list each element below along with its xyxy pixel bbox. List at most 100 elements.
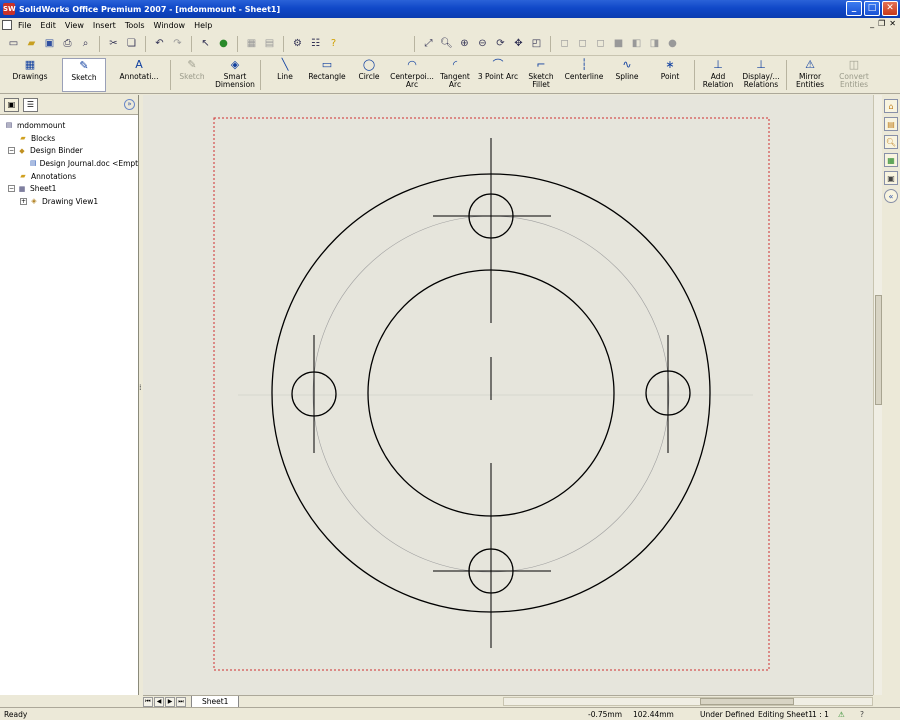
sketch-tab-button[interactable]: ✎ Sketch (62, 58, 106, 92)
search-icon[interactable]: ▦ (884, 153, 898, 167)
save-icon[interactable]: ▣ (42, 36, 57, 51)
tree-item-annotations[interactable]: ▰ Annotations (0, 170, 138, 183)
drawing-canvas[interactable] (143, 95, 873, 695)
wireframe-icon[interactable]: ◻ (557, 36, 572, 51)
grid-icon[interactable]: ▦ (244, 36, 259, 51)
close-button[interactable]: ✕ (882, 1, 898, 16)
scale-status: 1 : 1 (812, 710, 829, 719)
doc-minimize-button[interactable]: _ (870, 19, 874, 28)
copy-icon[interactable]: ❏ (124, 36, 139, 51)
options-icon[interactable]: ⚙ (290, 36, 305, 51)
three-point-arc-button[interactable]: ⌒ 3 Point Arc (476, 58, 520, 92)
tangent-arc-button[interactable]: ◜ Tangent Arc (437, 58, 473, 92)
menu-window[interactable]: Window (154, 21, 186, 30)
view-orientation-icon[interactable]: ◰ (529, 36, 544, 51)
draft-quality-icon[interactable]: ◧ (629, 36, 644, 51)
collapse-icon[interactable]: − (8, 147, 15, 155)
open-icon[interactable]: ▰ (24, 36, 39, 51)
properties-icon[interactable]: ☷ (308, 36, 323, 51)
rebuild-icon[interactable]: ● (216, 36, 231, 51)
doc-restore-button[interactable]: ❐ (878, 19, 885, 28)
layer-icon[interactable]: ▤ (262, 36, 277, 51)
binder-icon: ◆ (19, 146, 25, 155)
sketch-button[interactable]: ✎ Sketch (174, 58, 210, 92)
pan-icon[interactable]: ✥ (511, 36, 526, 51)
zoom-in-out-icon[interactable]: ⊕ (457, 36, 472, 51)
tab-sheet1[interactable]: Sheet1 (191, 695, 240, 708)
smart-dimension-button[interactable]: ◈ Smart Dimension (214, 58, 256, 92)
horizontal-scrollbar[interactable] (503, 697, 873, 706)
tree-item-root[interactable]: ▤ mdommount (0, 119, 138, 132)
vertical-scroll-thumb[interactable] (875, 295, 882, 405)
rectangle-button[interactable]: ▭ Rectangle (305, 58, 349, 92)
feature-manager-tab[interactable]: ▣ (4, 97, 19, 112)
hidden-lines-icon[interactable]: ◻ (575, 36, 590, 51)
folder-icon: ▰ (20, 134, 26, 143)
status-bar: Ready -0.75mm 102.44mm Under Defined Edi… (0, 707, 900, 720)
horizontal-scroll-thumb[interactable] (700, 698, 794, 705)
menu-edit[interactable]: Edit (40, 21, 56, 30)
zoom-selection-icon[interactable]: ⊖ (475, 36, 490, 51)
menu-tools[interactable]: Tools (125, 21, 145, 30)
circle-button[interactable]: ◯ Circle (352, 58, 386, 92)
expand-icon[interactable]: + (20, 197, 27, 205)
next-sheet-button[interactable]: ▶ (165, 696, 175, 707)
tree-item-design-journal[interactable]: ▤ Design Journal.doc <Empty> (0, 157, 138, 170)
minimize-button[interactable]: _ (846, 1, 862, 16)
document-icon[interactable] (2, 20, 12, 30)
menu-view[interactable]: View (65, 21, 84, 30)
select-icon[interactable]: ↖ (198, 36, 213, 51)
cut-icon[interactable]: ✂ (106, 36, 121, 51)
help-icon[interactable]: ? (326, 36, 341, 51)
tree-item-blocks[interactable]: ▰ Blocks (0, 132, 138, 145)
drawings-tab-button[interactable]: ▦ Drawings (4, 58, 56, 92)
collapse-icon[interactable]: − (8, 185, 15, 193)
centerpoint-arc-button[interactable]: ◠ Centerpoi... Arc (389, 58, 435, 92)
rebuild-status-icon[interactable]: ⚠ (838, 710, 845, 719)
property-manager-tab[interactable]: ☰ (23, 97, 38, 112)
design-library-icon[interactable]: ▤ (884, 117, 898, 131)
view-palette-icon[interactable]: ▣ (884, 171, 898, 185)
zoom-to-fit-icon[interactable]: ⤢ (421, 36, 436, 51)
tree-item-drawing-view[interactable]: + ◈ Drawing View1 (0, 195, 138, 208)
annotation-tab-button[interactable]: A Annotati... (112, 58, 166, 92)
prev-sheet-button[interactable]: ◀ (154, 696, 164, 707)
add-relation-button[interactable]: ⊥ Add Relation (700, 58, 736, 92)
hidden-removed-icon[interactable]: ◻ (593, 36, 608, 51)
graphics-area[interactable] (143, 95, 873, 695)
line-button[interactable]: ╲ Line (268, 58, 302, 92)
shaded-icon[interactable]: ■ (611, 36, 626, 51)
last-sheet-button[interactable]: ⏭ (176, 696, 186, 707)
file-explorer-icon[interactable]: 🔍︎ (884, 135, 898, 149)
print-preview-icon[interactable]: ⌕ (78, 36, 93, 51)
first-sheet-button[interactable]: ⏮ (143, 696, 153, 707)
collapse-pane-button[interactable]: » (124, 99, 135, 110)
menu-insert[interactable]: Insert (93, 21, 116, 30)
tree-item-sheet[interactable]: − ▦ Sheet1 (0, 182, 138, 195)
new-icon[interactable]: ▭ (6, 36, 21, 51)
sketch-fillet-button[interactable]: ⌐ Sketch Fillet (523, 58, 559, 92)
point-button[interactable]: ∗ Point (655, 58, 685, 92)
mirror-entities-button[interactable]: ⚠ Mirror Entities (790, 58, 830, 92)
rotate-icon[interactable]: ⟳ (493, 36, 508, 51)
spline-button[interactable]: ∿ Spline (612, 58, 642, 92)
section-view-icon[interactable]: ● (665, 36, 680, 51)
vertical-scrollbar[interactable] (873, 95, 882, 695)
solidworks-resources-icon[interactable]: ⌂ (884, 99, 898, 113)
print-icon[interactable]: ⎙ (60, 36, 75, 51)
doc-close-button[interactable]: ✕ (889, 19, 896, 28)
redo-icon[interactable]: ↷ (170, 36, 185, 51)
tree-item-design-binder[interactable]: − ◆ Design Binder (0, 144, 138, 157)
undo-icon[interactable]: ↶ (152, 36, 167, 51)
menu-help[interactable]: Help (194, 21, 212, 30)
perspective-icon[interactable]: ◨ (647, 36, 662, 51)
display-relations-button[interactable]: ⊥ Display/... Relations (740, 58, 782, 92)
expand-pane-icon[interactable]: « (884, 189, 898, 203)
convert-entities-button[interactable]: ◫ Convert Entities (834, 58, 874, 92)
maximize-button[interactable]: □ (864, 1, 880, 16)
sketch-icon: ✎ (79, 59, 89, 72)
zoom-area-icon[interactable]: 🔍︎ (439, 36, 454, 51)
centerline-button[interactable]: ┆ Centerline (563, 58, 605, 92)
help-status-icon[interactable]: ? (860, 710, 864, 719)
menu-file[interactable]: File (18, 21, 31, 30)
